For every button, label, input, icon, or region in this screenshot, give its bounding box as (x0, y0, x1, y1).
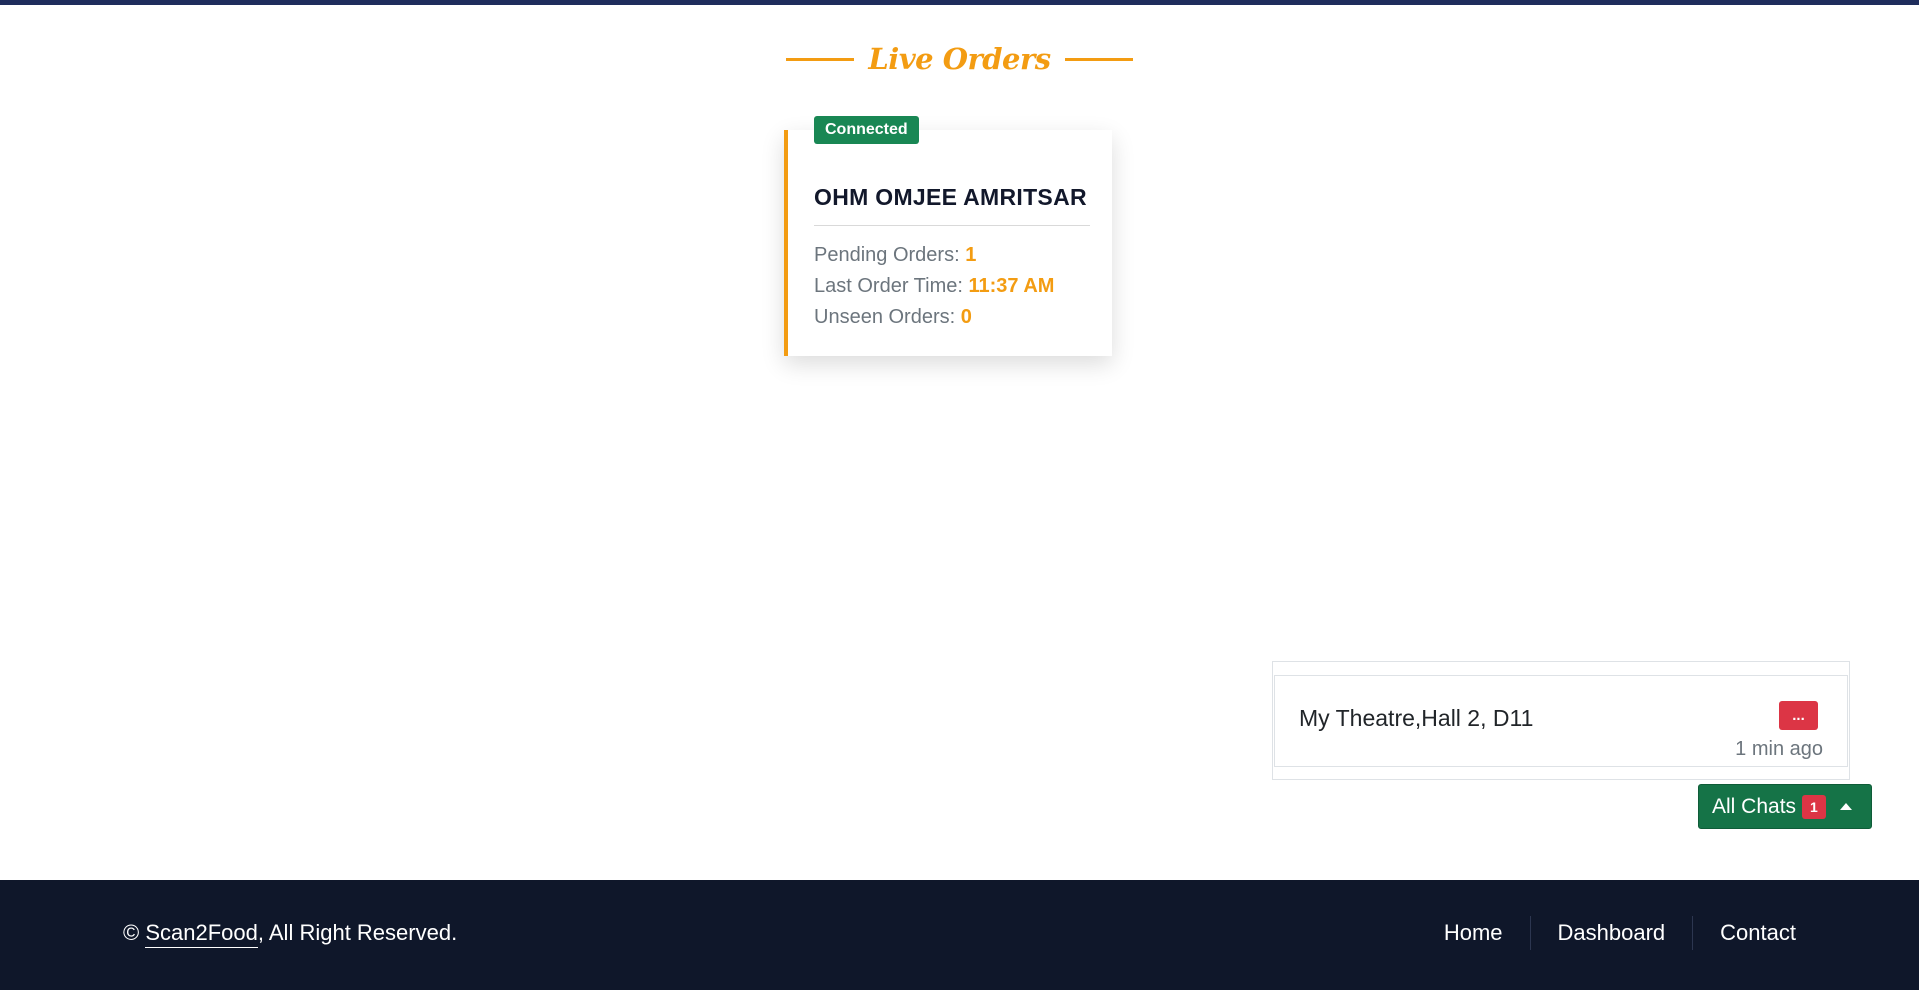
heading-line-left (786, 57, 855, 61)
page-title: Live Orders (868, 42, 1051, 76)
unseen-orders-row: Unseen Orders: 0 (814, 302, 1054, 333)
footer-link-dashboard[interactable]: Dashboard (1531, 916, 1694, 950)
restaurant-card[interactable]: Connected OHM OMJEE AMRITSAR Pending Ord… (784, 116, 1112, 356)
copyright-symbol: © (123, 920, 140, 945)
caret-up-icon (1839, 803, 1852, 810)
chat-title: My Theatre,Hall 2, D11 (1299, 705, 1534, 731)
connection-status-badge: Connected (814, 116, 919, 144)
last-order-time-label: Last Order Time: (814, 275, 963, 297)
unseen-orders-label: Unseen Orders: (814, 306, 956, 328)
footer-copyright: © Scan2Food, All Right Reserved. (123, 920, 458, 948)
footer-link-home[interactable]: Home (1417, 916, 1531, 950)
pending-orders-row: Pending Orders: 1 (814, 240, 1054, 271)
footer-brand-link[interactable]: Scan2Food (145, 920, 258, 948)
restaurant-stats: Pending Orders: 1 Last Order Time: 11:37… (814, 240, 1054, 333)
restaurant-name: OHM OMJEE AMRITSAR (814, 184, 1087, 210)
page-footer: © Scan2Food, All Right Reserved. Home Da… (0, 880, 1919, 990)
page-heading: Live Orders (0, 42, 1919, 76)
last-order-time-row: Last Order Time: 11:37 AM (814, 271, 1054, 302)
all-chats-label: All Chats (1712, 794, 1797, 818)
footer-link-contact[interactable]: Contact (1693, 916, 1796, 950)
pending-orders-label: Pending Orders: (814, 244, 960, 266)
chat-options-button[interactable]: ... (1779, 701, 1818, 730)
heading-line-right (1064, 57, 1133, 61)
chat-list-item[interactable]: My Theatre,Hall 2, D11 ... 1 min ago (1274, 675, 1848, 767)
unseen-orders-value: 0 (960, 306, 972, 328)
all-chats-toggle-button[interactable]: All Chats 1 (1698, 784, 1872, 829)
unread-chat-count-badge: 1 (1802, 794, 1826, 819)
card-divider (814, 225, 1090, 226)
top-accent-bar (0, 0, 1919, 5)
chat-timestamp: 1 min ago (1735, 738, 1823, 760)
footer-rights-text: , All Right Reserved. (257, 920, 458, 945)
chat-list-panel: My Theatre,Hall 2, D11 ... 1 min ago (1272, 661, 1850, 780)
footer-nav: Home Dashboard Contact (1417, 916, 1796, 950)
last-order-time-value: 11:37 AM (968, 275, 1055, 297)
pending-orders-value: 1 (965, 244, 977, 266)
